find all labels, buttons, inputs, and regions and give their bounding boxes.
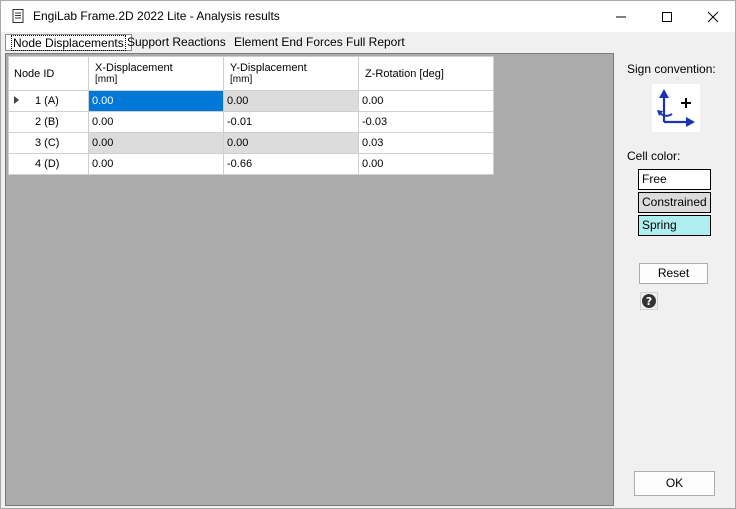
row-header[interactable]: 3 (C): [8, 132, 89, 154]
results-window: EngiLab Frame.2D 2022 Lite - Analysis re…: [0, 0, 736, 509]
ok-button[interactable]: OK: [634, 471, 715, 496]
window-title: EngiLab Frame.2D 2022 Lite - Analysis re…: [33, 9, 280, 23]
maximize-button[interactable]: [644, 1, 690, 32]
cell-y[interactable]: 0.00: [223, 90, 359, 112]
sign-convention-icon: [657, 89, 695, 127]
cell-z[interactable]: -0.03: [358, 111, 494, 133]
node-displacements-table[interactable]: Node ID X-Displacement [mm] Y-Displaceme…: [8, 56, 494, 175]
column-header-node-id[interactable]: Node ID: [8, 56, 89, 91]
svg-text:?: ?: [646, 295, 652, 308]
cell-y[interactable]: -0.01: [223, 111, 359, 133]
tab-support-reactions[interactable]: Support Reactions: [122, 34, 231, 51]
sign-convention-label: Sign convention:: [627, 62, 716, 76]
cell-x[interactable]: 0.00: [88, 132, 224, 154]
results-grid-area[interactable]: Node ID X-Displacement [mm] Y-Displaceme…: [5, 53, 614, 506]
cell-z[interactable]: 0.03: [358, 132, 494, 154]
table-row[interactable]: 2 (B) 0.00 -0.01 -0.03: [8, 111, 494, 133]
legend-constrained: Constrained: [638, 192, 711, 213]
cell-x[interactable]: 0.00: [88, 111, 224, 133]
cell-z[interactable]: 0.00: [358, 153, 494, 175]
column-header-y-displacement[interactable]: Y-Displacement [mm]: [223, 56, 359, 91]
header-row: Node ID X-Displacement [mm] Y-Displaceme…: [8, 56, 494, 91]
current-row-arrow-icon: [14, 96, 19, 104]
title-bar[interactable]: EngiLab Frame.2D 2022 Lite - Analysis re…: [1, 1, 735, 32]
row-header[interactable]: 4 (D): [8, 153, 89, 175]
table-row[interactable]: 1 (A) 0.00 0.00 0.00: [8, 90, 494, 112]
close-button[interactable]: [690, 1, 735, 32]
close-icon: [707, 11, 719, 23]
cell-y[interactable]: -0.66: [223, 153, 359, 175]
cell-z[interactable]: 0.00: [358, 90, 494, 112]
tab-node-displacements[interactable]: Node Displacements: [5, 34, 132, 51]
maximize-icon: [662, 12, 672, 22]
table-row[interactable]: 3 (C) 0.00 0.00 0.03: [8, 132, 494, 154]
column-header-z-rotation[interactable]: Z-Rotation [deg]: [358, 56, 494, 91]
row-header[interactable]: 2 (B): [8, 111, 89, 133]
tab-full-report[interactable]: Full Report: [341, 34, 410, 51]
table-row[interactable]: 4 (D) 0.00 -0.66 0.00: [8, 153, 494, 175]
row-header[interactable]: 1 (A): [8, 90, 89, 112]
cell-x[interactable]: 0.00: [88, 153, 224, 175]
cell-color-label: Cell color:: [627, 149, 681, 163]
legend-free: Free: [638, 169, 711, 190]
legend-spring: Spring: [638, 215, 711, 236]
column-header-x-displacement[interactable]: X-Displacement [mm]: [88, 56, 224, 91]
minimize-button[interactable]: [598, 1, 644, 32]
reset-button[interactable]: Reset: [639, 263, 708, 284]
sign-convention-diagram: [652, 84, 700, 132]
tab-element-end-forces[interactable]: Element End Forces: [229, 34, 348, 51]
minimize-icon: [616, 16, 626, 18]
cell-y[interactable]: 0.00: [223, 132, 359, 154]
document-icon: [12, 9, 24, 23]
help-icon[interactable]: ?: [640, 292, 658, 310]
cell-x[interactable]: 0.00: [88, 90, 224, 112]
